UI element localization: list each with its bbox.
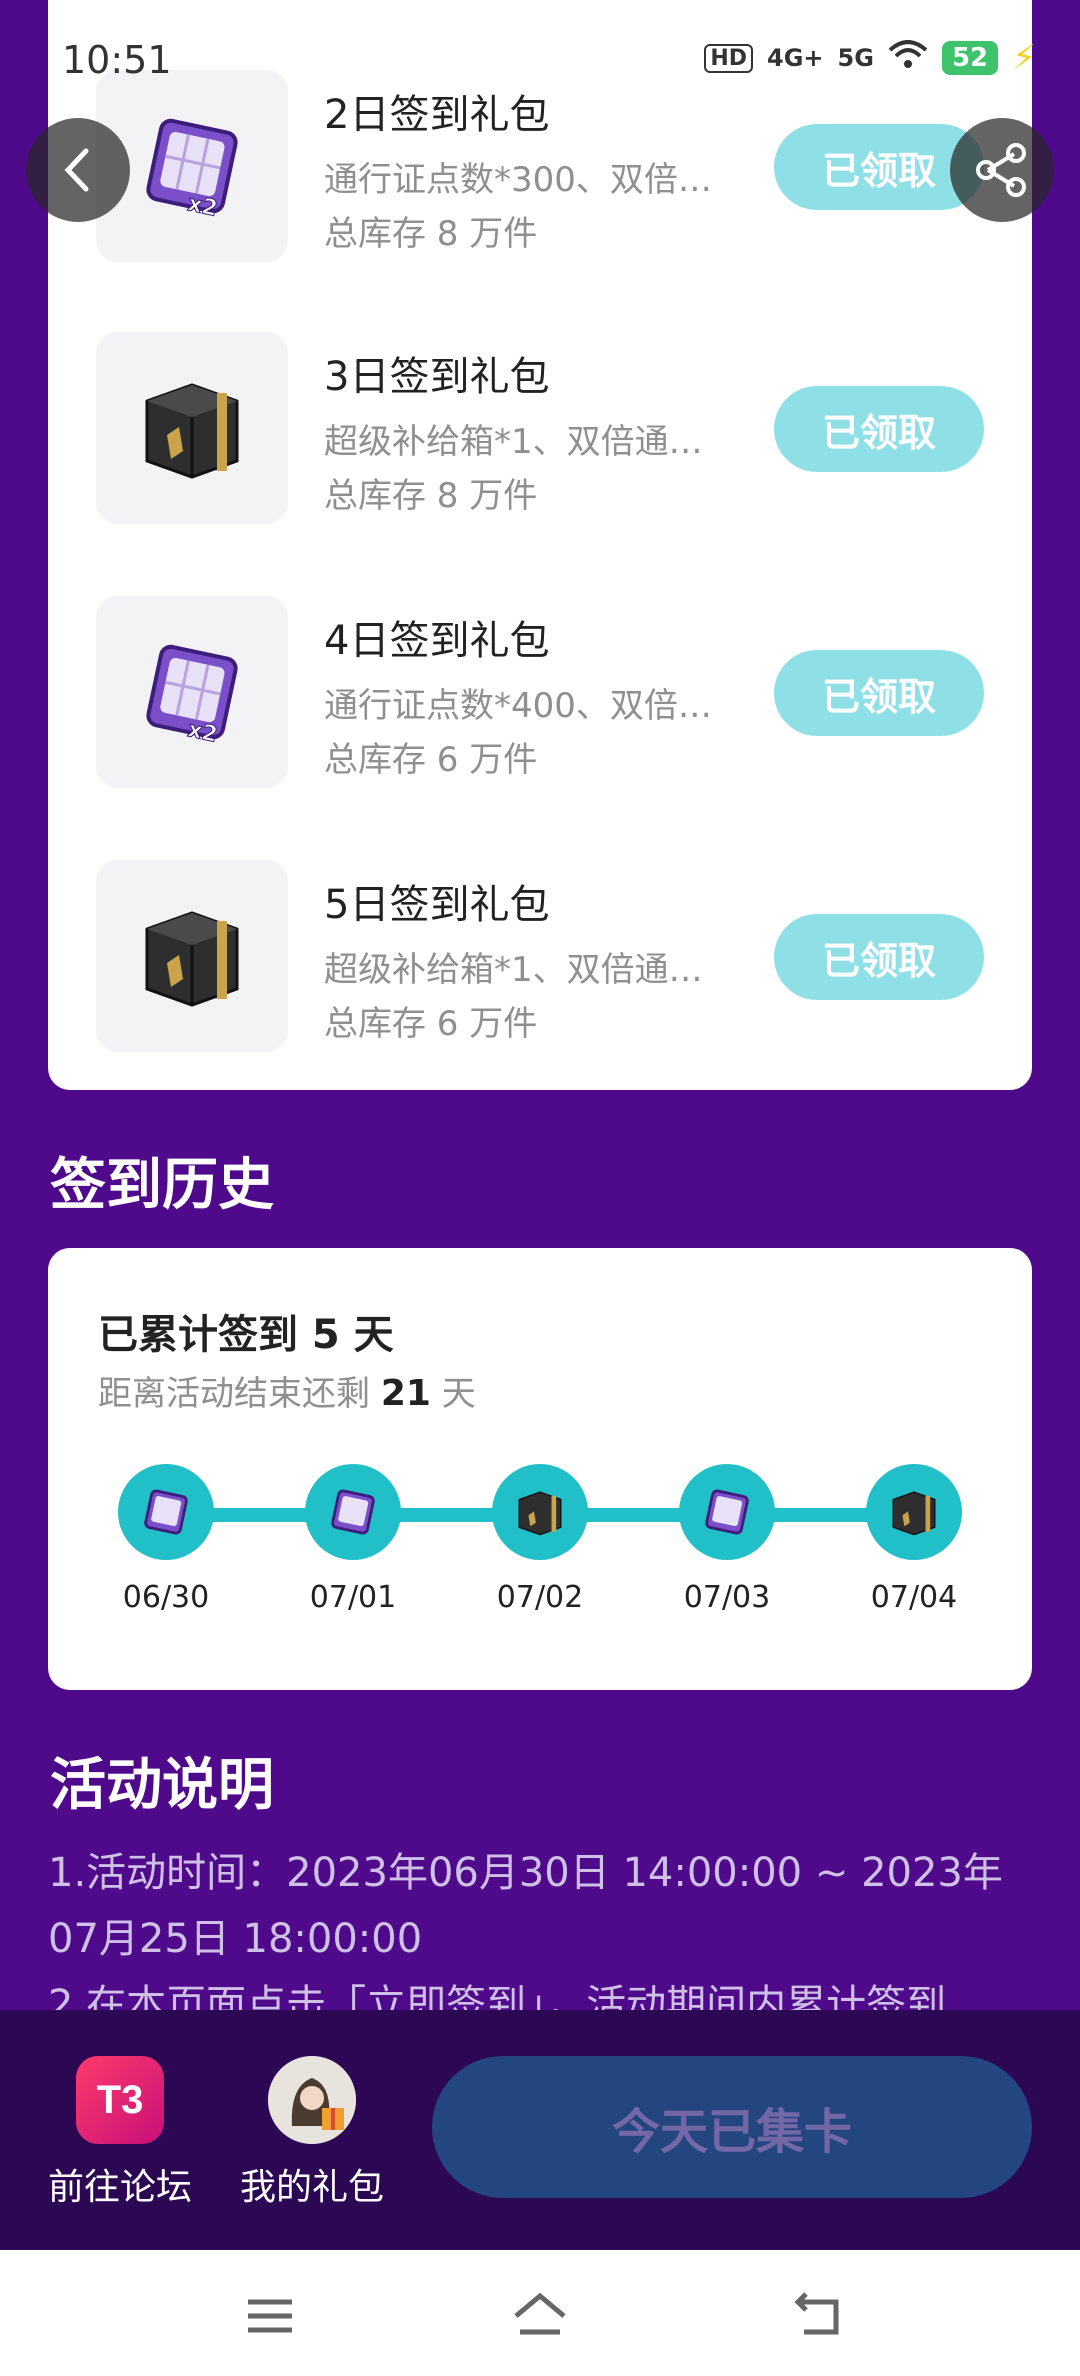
back-button[interactable]	[26, 118, 130, 222]
wifi-icon	[888, 40, 928, 76]
pass-card-x2-icon	[144, 1489, 188, 1535]
activity-description: 1.活动时间：2023年06月30日 14:00:00 ~ 2023年07月25…	[48, 1840, 1038, 2038]
svg-text:x2: x2	[186, 191, 220, 222]
history-card: 已累计签到 5 天 距离活动结束还剩 21 天 06/30 07/01 07/0…	[48, 1248, 1032, 1690]
battery-icon: 52	[941, 41, 999, 75]
timeline-date: 07/04	[870, 1580, 958, 1615]
pass-card-x2-icon: x2	[146, 118, 238, 222]
share-icon	[976, 143, 1026, 197]
signal-5g-icon: 5G	[837, 44, 874, 72]
reward-thumbnail: x2	[96, 596, 288, 788]
charging-icon: ⚡	[1012, 38, 1036, 78]
menu-icon[interactable]	[240, 2286, 300, 2346]
claimed-button[interactable]: 已领取	[774, 650, 984, 736]
pass-card-x2-icon: x2	[146, 644, 238, 748]
timeline-date: 07/02	[496, 1580, 584, 1615]
reward-item: x2 4日签到礼包 通行证点数*400、双倍… 总库存 6 万件 已领取	[48, 596, 1032, 796]
reward-item: 3日签到礼包 超级补给箱*1、双倍通… 总库存 8 万件 已领取	[48, 332, 1032, 532]
supply-box-icon	[518, 1491, 562, 1536]
claimed-button[interactable]: 已领取	[774, 914, 984, 1000]
reward-stock: 总库存 6 万件	[324, 1004, 538, 1044]
reward-description: 超级补给箱*1、双倍通…	[324, 422, 703, 462]
timeline-node	[679, 1464, 775, 1560]
reward-stock: 总库存 8 万件	[324, 214, 538, 254]
reward-title: 3日签到礼包	[324, 354, 550, 400]
status-icons: HD 4G+ 5G 52 ⚡	[704, 38, 1036, 78]
description-line: 1.活动时间：2023年06月30日 14:00:00 ~ 2023年07月25…	[48, 1850, 1003, 1962]
timeline-date: 07/03	[683, 1580, 771, 1615]
reward-description: 通行证点数*400、双倍…	[324, 686, 712, 726]
claimed-button[interactable]: 已领取	[774, 386, 984, 472]
timeline-node	[305, 1464, 401, 1560]
home-icon[interactable]	[510, 2286, 570, 2346]
supply-box-icon	[145, 383, 239, 479]
remaining-days: 21	[380, 1373, 431, 1414]
timeline-node	[866, 1464, 962, 1560]
timeline-node	[118, 1464, 214, 1560]
supply-box-icon	[145, 911, 239, 1007]
reward-description: 超级补给箱*1、双倍通…	[324, 950, 703, 990]
chevron-left-icon	[64, 148, 89, 192]
supply-box-icon	[892, 1491, 936, 1536]
collect-card-button[interactable]: 今天已集卡	[432, 2056, 1032, 2198]
status-time: 10:51	[62, 38, 172, 82]
reward-item: 5日签到礼包 超级补给箱*1、双倍通… 总库存 6 万件 已领取	[48, 860, 1032, 1060]
remaining-prefix: 距离活动结束还剩	[98, 1374, 370, 1414]
reward-thumbnail	[96, 860, 288, 1052]
reward-description: 通行证点数*300、双倍…	[324, 160, 712, 200]
signal-4g-icon: 4G+	[767, 44, 824, 72]
reward-title: 4日签到礼包	[324, 618, 550, 664]
forum-link[interactable]: T3 前往论坛	[40, 2056, 200, 2210]
checkin-summary: 已累计签到 5 天	[98, 1312, 394, 1358]
status-bar: 10:51 HD 4G+ 5G 52 ⚡	[0, 0, 1080, 120]
description-section-title: 活动说明	[50, 1753, 274, 1818]
pass-card-x2-icon	[705, 1489, 749, 1535]
remaining-time: 距离活动结束还剩 21 天	[98, 1366, 476, 1415]
timeline-date: 07/01	[309, 1580, 397, 1615]
share-button[interactable]	[950, 118, 1054, 222]
forum-app-icon: T3	[76, 2056, 164, 2144]
system-nav-bar	[0, 2250, 1080, 2376]
reward-stock: 总库存 6 万件	[324, 740, 538, 780]
pass-card-x2-icon	[331, 1489, 375, 1535]
back-nav-icon[interactable]	[790, 2286, 850, 2346]
remaining-suffix: 天	[441, 1374, 476, 1414]
svg-text:x2: x2	[186, 717, 220, 748]
reward-title: 5日签到礼包	[324, 882, 550, 928]
avatar-gift-icon	[268, 2056, 356, 2144]
timeline-date: 06/30	[122, 1580, 210, 1615]
history-section-title: 签到历史	[50, 1153, 274, 1218]
my-gifts-label: 我的礼包	[239, 2167, 384, 2208]
my-gifts-link[interactable]: 我的礼包	[232, 2056, 392, 2210]
bottom-action-bar: T3 前往论坛 我的礼包 今天已集卡	[0, 2010, 1080, 2250]
forum-label: 前往论坛	[47, 2167, 192, 2208]
reward-stock: 总库存 8 万件	[324, 476, 538, 516]
reward-thumbnail	[96, 332, 288, 524]
timeline-node	[492, 1464, 588, 1560]
hd-icon: HD	[704, 43, 754, 73]
reward-list-card: x2 2日签到礼包 通行证点数*300、双倍… 总库存 8 万件 已领取 3日签…	[48, 0, 1032, 1090]
